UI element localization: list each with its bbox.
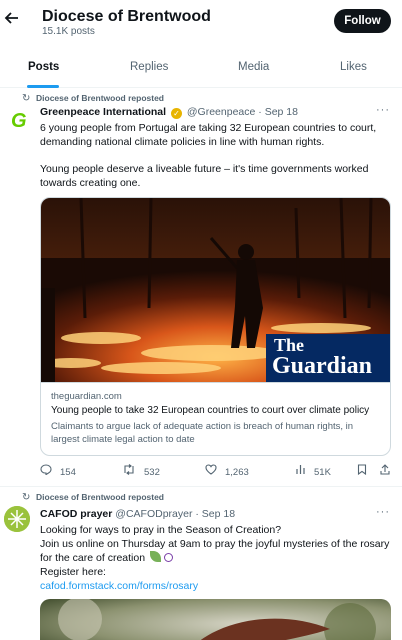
profile-header: Diocese of Brentwood 15.1K posts Follow	[0, 0, 402, 48]
repost-button[interactable]: 532	[122, 464, 160, 478]
svg-text:G: G	[11, 110, 27, 132]
repost-icon: ↻	[22, 93, 31, 104]
guardian-logo-line-1: The	[274, 335, 305, 355]
author-handle[interactable]: @CAFODprayer	[115, 508, 192, 520]
tab-posts[interactable]: Posts	[28, 61, 59, 73]
tweet-date[interactable]: Sep 18	[265, 106, 298, 118]
tab-replies[interactable]: Replies	[130, 61, 168, 73]
tweet-divider	[0, 486, 402, 487]
card-title: Young people to take 32 European countri…	[51, 405, 370, 416]
active-tab-indicator	[27, 85, 59, 88]
reply-icon	[40, 464, 52, 478]
guardian-logo-line-2: Guardian	[272, 353, 373, 379]
leaf-emoji-icon	[149, 551, 161, 562]
profile-name: Diocese of Brentwood	[42, 8, 211, 25]
tweet-meta: Greenpeace International ✓ @Greenpeace ·…	[40, 106, 298, 119]
guardian-logo: The Guardian	[266, 334, 390, 382]
author-name[interactable]: Greenpeace International	[40, 106, 166, 118]
share-icon	[380, 464, 390, 478]
author-handle[interactable]: @Greenpeace	[187, 106, 255, 118]
tweet-text-3: Register here:	[40, 566, 106, 578]
follow-button[interactable]: Follow	[334, 9, 391, 33]
greenpeace-logo-icon: G	[11, 110, 27, 132]
heart-icon	[205, 464, 217, 478]
bookmark-button[interactable]	[357, 464, 367, 478]
view-count: 51K	[314, 467, 331, 478]
cafod-logo-icon	[4, 506, 30, 532]
tab-media[interactable]: Media	[238, 61, 269, 73]
reply-count: 154	[60, 467, 76, 478]
profile-tabs: Posts Replies Media Likes	[0, 54, 402, 88]
avatar[interactable]	[4, 506, 30, 532]
tweet-text-1: 6 young people from Portugal are taking …	[40, 122, 377, 148]
repost-indicator: ↻ Diocese of Brentwood reposted	[22, 93, 164, 104]
repost-count: 532	[144, 467, 160, 478]
retweet-icon	[122, 464, 136, 478]
repost-label: Diocese of Brentwood reposted	[36, 93, 164, 103]
card-domain: theguardian.com	[51, 391, 122, 402]
share-button[interactable]	[380, 464, 390, 478]
author-name[interactable]: CAFOD prayer	[40, 508, 112, 520]
views-button[interactable]: 51K	[295, 464, 331, 478]
tweet-text-2: Young people deserve a liveable future –…	[40, 163, 369, 189]
rosary-link[interactable]: cafod.formstack.com/forms/rosary	[40, 579, 392, 593]
tweet-meta: CAFOD prayer @CAFODprayer · Sep 18	[40, 508, 235, 520]
tweet-text-2-body: Join us online on Thursday at 9am to pra…	[40, 538, 390, 564]
tab-likes[interactable]: Likes	[340, 61, 367, 73]
bookmark-icon	[357, 464, 367, 478]
card-footer: theguardian.com Young people to take 32 …	[41, 382, 390, 455]
like-count: 1,263	[225, 467, 249, 478]
tweet-date[interactable]: Sep 18	[202, 508, 235, 520]
tweet-media[interactable]	[40, 599, 391, 640]
tweet-actions: 154 532 1,263 51K	[0, 462, 402, 482]
bar-chart-icon	[295, 464, 306, 478]
post-count: 15.1K posts	[42, 26, 95, 37]
reply-button[interactable]: 154	[40, 464, 76, 478]
back-arrow-icon[interactable]	[4, 10, 22, 28]
like-button[interactable]: 1,263	[205, 464, 249, 478]
magnifier-emoji-icon	[163, 553, 173, 562]
repost-label: Diocese of Brentwood reposted	[36, 492, 164, 502]
more-options-icon[interactable]: ···	[376, 506, 390, 518]
repost-indicator: ↻ Diocese of Brentwood reposted	[22, 492, 164, 503]
tweet-text-1: Looking for ways to pray in the Season o…	[40, 524, 282, 536]
avatar[interactable]: G	[4, 107, 30, 133]
card-image: The Guardian	[41, 198, 390, 382]
repost-icon: ↻	[22, 492, 31, 503]
tweet-text-2: Join us online on Thursday at 9am to pra…	[40, 537, 392, 565]
verified-badge-icon: ✓	[170, 108, 182, 119]
card-description: Claimants to argue lack of adequate acti…	[51, 421, 354, 445]
link-card[interactable]: The Guardian theguardian.com Young peopl…	[40, 197, 391, 456]
more-options-icon[interactable]: ···	[376, 104, 390, 116]
